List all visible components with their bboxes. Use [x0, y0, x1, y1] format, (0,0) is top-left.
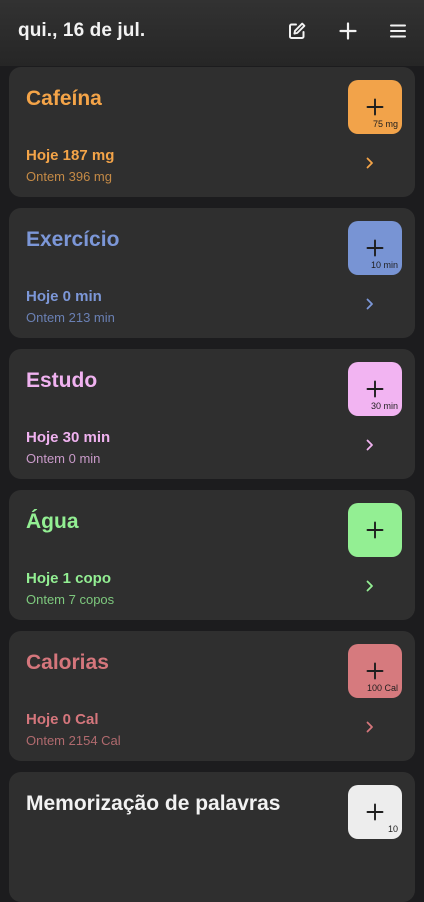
tracker-title: Estudo — [26, 369, 98, 392]
tracker-card-memorizacao[interactable]: Memorização de palavras 10 — [9, 772, 415, 902]
quick-add-amount: 100 Cal — [366, 683, 398, 693]
tracker-today-value: Hoje 0 Cal — [26, 711, 99, 728]
tracker-card-cafeina[interactable]: Cafeína Hoje 187 mg Ontem 396 mg 75 mg — [9, 67, 415, 197]
tracker-yesterday-value: Ontem 0 min — [26, 451, 101, 466]
tracker-card-estudo[interactable]: Estudo Hoje 30 min Ontem 0 min 30 min — [9, 349, 415, 479]
tracker-today-value: Hoje 1 copo — [26, 570, 112, 587]
tracker-title: Calorias — [26, 651, 109, 674]
chevron-right-icon[interactable] — [363, 156, 377, 170]
chevron-right-icon[interactable] — [363, 297, 377, 311]
quick-add-button[interactable] — [348, 503, 402, 557]
quick-add-button[interactable]: 10 — [348, 785, 402, 839]
quick-add-button[interactable]: 30 min — [348, 362, 402, 416]
quick-add-button[interactable]: 75 mg — [348, 80, 402, 134]
tracker-today-value: Hoje 187 mg — [26, 147, 115, 164]
tracker-title: Exercício — [26, 228, 120, 251]
tracker-title: Água — [26, 510, 79, 533]
quick-add-amount: 10 — [387, 824, 398, 834]
top-bar: qui., 16 de jul. — [0, 0, 424, 66]
quick-add-button[interactable]: 100 Cal — [348, 644, 402, 698]
tracker-yesterday-value: Ontem 7 copos — [26, 592, 115, 607]
quick-add-amount: 75 mg — [372, 119, 398, 129]
chevron-right-icon[interactable] — [363, 438, 377, 452]
tracker-card-calorias[interactable]: Calorias Hoje 0 Cal Ontem 2154 Cal 100 Cal — [9, 631, 415, 761]
quick-add-amount: 10 min — [370, 260, 398, 270]
tracker-title: Cafeína — [26, 87, 102, 110]
tracker-yesterday-value: Ontem 396 mg — [26, 169, 112, 184]
tracker-yesterday-value: Ontem 213 min — [26, 310, 115, 325]
tracker-today-value: Hoje 0 min — [26, 288, 102, 305]
plus-icon[interactable] — [336, 19, 360, 43]
menu-icon[interactable] — [386, 19, 410, 43]
plus-icon — [348, 503, 402, 557]
tracker-card-exercicio[interactable]: Exercício Hoje 0 min Ontem 213 min 10 min — [9, 208, 415, 338]
tracker-today-value: Hoje 30 min — [26, 429, 111, 446]
chevron-right-icon[interactable] — [363, 720, 377, 734]
tracker-card-agua[interactable]: Água Hoje 1 copo Ontem 7 copos — [9, 490, 415, 620]
tracker-title: Memorização de palavras — [26, 792, 281, 815]
edit-icon[interactable] — [285, 19, 309, 43]
tracker-yesterday-value: Ontem 2154 Cal — [26, 733, 121, 748]
quick-add-amount: 30 min — [370, 401, 398, 411]
chevron-right-icon[interactable] — [363, 579, 377, 593]
quick-add-button[interactable]: 10 min — [348, 221, 402, 275]
current-date: qui., 16 de jul. — [18, 20, 146, 41]
